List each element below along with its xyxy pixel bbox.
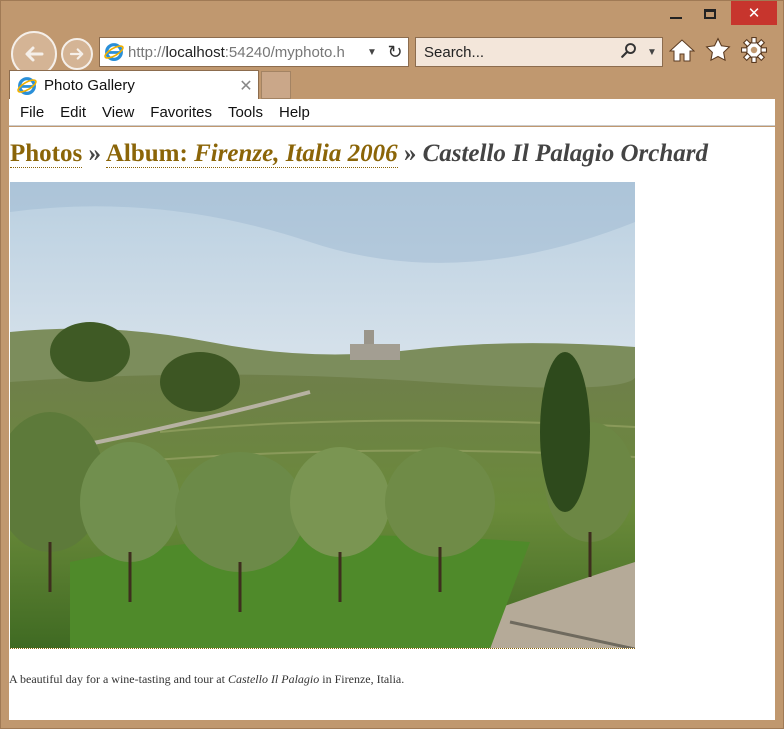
close-icon: ✕ [747, 4, 761, 22]
settings-gear-icon[interactable] [741, 35, 767, 65]
menu-file[interactable]: File [12, 104, 52, 121]
ie-logo-icon [100, 38, 128, 66]
forward-button[interactable] [61, 38, 93, 70]
search-icon[interactable] [616, 41, 642, 63]
browser-toolbar-icons [669, 35, 767, 65]
photo-title: Castello Il Palagio Orchard [422, 140, 709, 167]
menu-tools[interactable]: Tools [220, 104, 271, 121]
page-content: Photos » Album: Firenze, Italia 2006 » C… [9, 127, 775, 720]
new-tab-button[interactable] [261, 71, 291, 99]
refresh-icon[interactable]: ↻ [382, 42, 408, 63]
breadcrumb-separator: » [88, 140, 101, 167]
photo-image [10, 182, 635, 649]
breadcrumb-photos-link[interactable]: Photos [10, 140, 83, 168]
album-prefix: Album: [105, 140, 188, 167]
photo-caption: A beautiful day for a wine-tasting and t… [9, 672, 405, 686]
search-box[interactable]: Search... ▼ [415, 37, 663, 67]
tab-strip: Photo Gallery ✕ [9, 70, 291, 100]
menu-edit[interactable]: Edit [52, 104, 94, 121]
navigation-bar: http://localhost:54240/myphoto.h ▼ ↻ Sea… [9, 31, 775, 77]
minimize-button[interactable] [659, 1, 693, 27]
window-controls: ✕ [659, 1, 777, 29]
home-icon[interactable] [669, 35, 695, 65]
menu-favorites[interactable]: Favorites [142, 104, 220, 121]
album-name: Firenze, Italia 2006 [194, 140, 398, 167]
ie-logo-icon [17, 76, 37, 95]
favorites-star-icon[interactable] [705, 35, 731, 65]
breadcrumb-album-link[interactable]: Album: Firenze, Italia 2006 [105, 140, 398, 168]
address-dropdown-icon[interactable]: ▼ [362, 47, 382, 58]
close-window-button[interactable]: ✕ [731, 1, 777, 25]
menu-help[interactable]: Help [271, 104, 318, 121]
maximize-icon [704, 9, 716, 19]
address-url: http://localhost:54240/myphoto.h [128, 43, 345, 61]
menu-bar: File Edit View Favorites Tools Help [9, 99, 775, 126]
back-arrow-icon [25, 46, 44, 62]
address-bar[interactable]: http://localhost:54240/myphoto.h ▼ ↻ [99, 37, 409, 67]
browser-window: ✕ http://localhost:54240/myphoto.h ▼ ↻ S… [0, 0, 784, 729]
menu-view[interactable]: View [94, 104, 142, 121]
breadcrumb-separator: » [403, 140, 417, 167]
search-input[interactable]: Search... [416, 44, 616, 61]
forward-arrow-icon [69, 48, 84, 60]
page-title: Photos » Album: Firenze, Italia 2006 » C… [10, 140, 708, 168]
minimize-icon [670, 17, 682, 19]
maximize-button[interactable] [693, 1, 727, 27]
search-dropdown-icon[interactable]: ▼ [642, 47, 662, 58]
tab-title: Photo Gallery [44, 77, 135, 94]
close-icon[interactable]: ✕ [234, 76, 258, 96]
tab-photo-gallery[interactable]: Photo Gallery ✕ [9, 70, 259, 100]
